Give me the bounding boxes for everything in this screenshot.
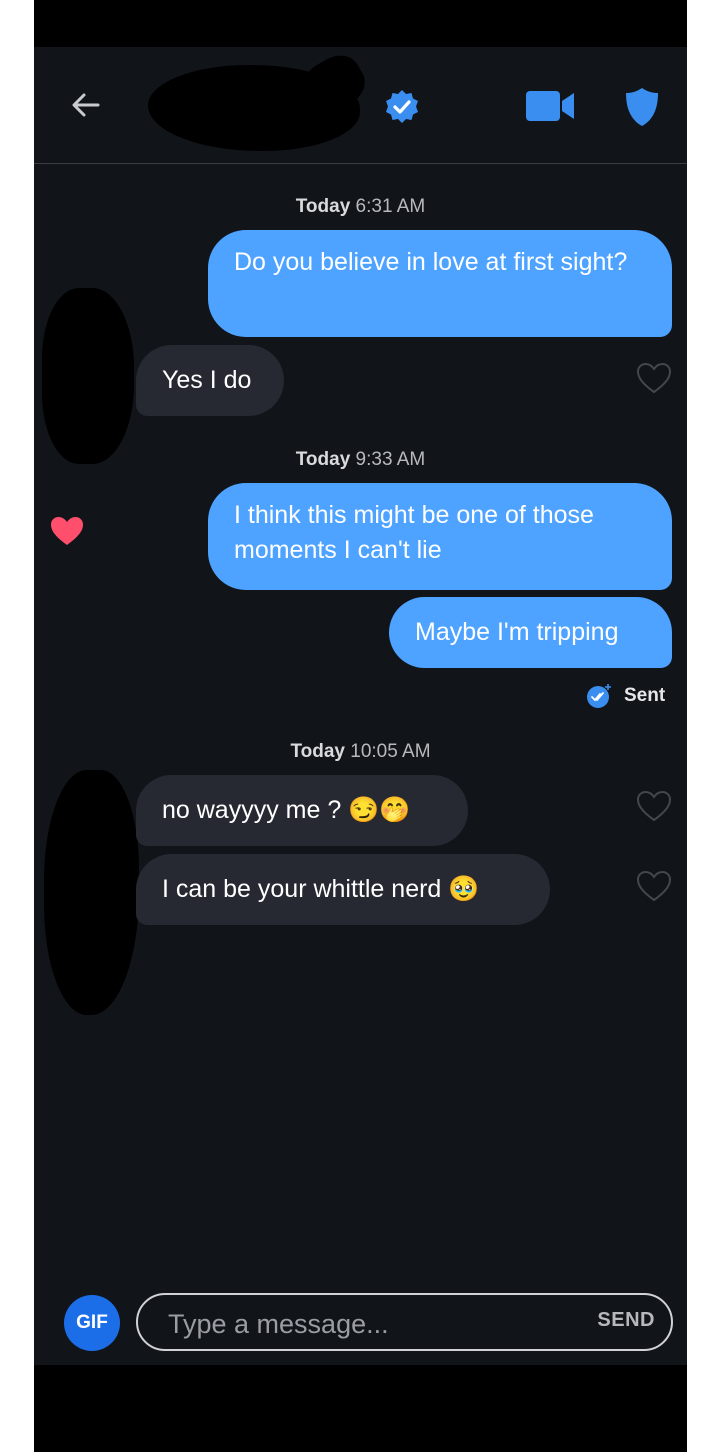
timestamp-day: Today <box>295 196 351 217</box>
chat-screen: Today 6:31 AM Do you believe in love at … <box>34 0 687 1452</box>
like-heart-icon[interactable] <box>636 790 672 822</box>
like-heart-icon[interactable] <box>636 362 672 394</box>
timestamp-day: Today <box>290 741 345 762</box>
contact-avatar-redacted <box>44 770 139 1015</box>
safety-shield-icon[interactable] <box>624 87 660 127</box>
timestamp-time: 6:31 AM <box>355 196 426 217</box>
incoming-message[interactable]: I can be your whittle nerd 🥹 <box>136 854 550 925</box>
navigation-bar <box>34 1365 687 1452</box>
send-button[interactable]: SEND <box>597 1309 655 1332</box>
incoming-message[interactable]: no wayyyy me ? 😏🤭 <box>136 775 468 846</box>
verified-badge-icon <box>386 90 418 123</box>
liked-heart-icon[interactable] <box>49 515 85 547</box>
outgoing-message[interactable]: Maybe I'm tripping <box>389 597 672 668</box>
timestamp-day: Today <box>295 449 351 470</box>
timestamp-time: 9:33 AM <box>355 449 426 470</box>
back-arrow-icon[interactable] <box>68 87 104 123</box>
message-composer: SEND <box>136 1293 673 1351</box>
timestamp: Today 10:05 AM <box>34 741 687 763</box>
sent-label: Sent <box>624 685 666 706</box>
timestamp: Today 6:31 AM <box>34 196 687 218</box>
gif-button[interactable]: GIF <box>64 1295 120 1351</box>
incoming-message[interactable]: Yes I do <box>136 345 284 416</box>
message-input[interactable] <box>166 1303 550 1345</box>
outgoing-message[interactable]: I think this might be one of those momen… <box>208 483 672 590</box>
timestamp-time: 10:05 AM <box>350 741 431 762</box>
outgoing-message[interactable]: Do you believe in love at first sight? <box>208 230 672 337</box>
like-heart-icon[interactable] <box>636 870 672 902</box>
sent-check-icon <box>587 684 611 708</box>
chat-header <box>34 47 687 164</box>
status-bar <box>34 0 687 47</box>
contact-avatar-redacted <box>42 288 134 464</box>
timestamp: Today 9:33 AM <box>34 449 687 471</box>
video-call-icon[interactable] <box>526 91 576 121</box>
sent-status: Sent <box>586 682 665 710</box>
